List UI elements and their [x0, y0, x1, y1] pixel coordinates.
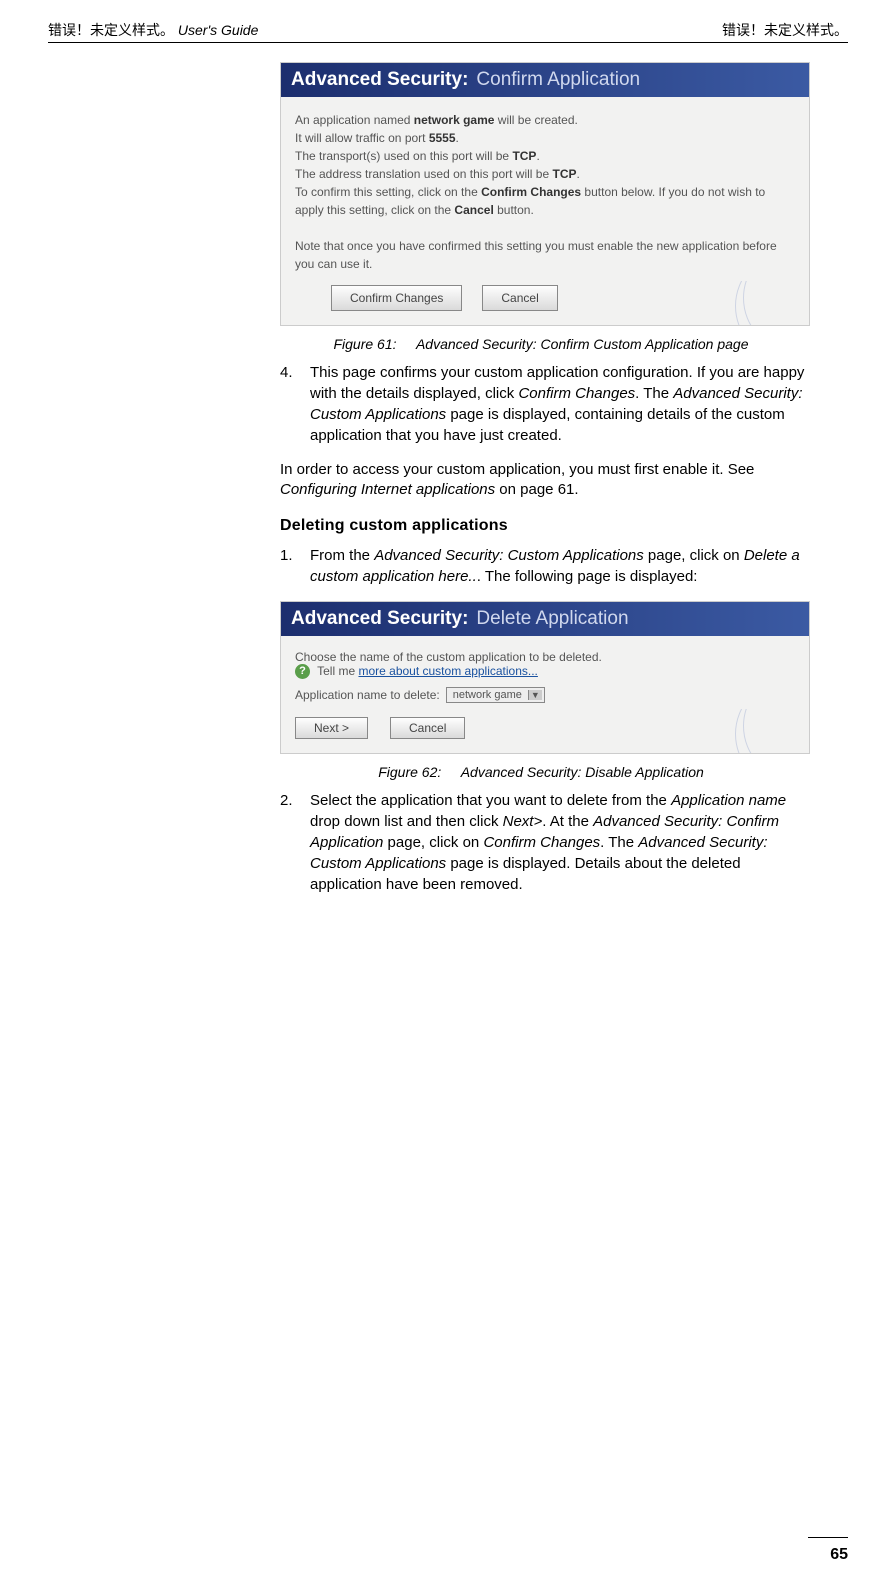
deleting-heading: Deleting custom applications	[280, 517, 810, 535]
conf-line-1: An application named network game will b…	[295, 111, 795, 129]
cancel-button[interactable]: Cancel	[482, 285, 557, 311]
step-2-text: Select the application that you want to …	[310, 790, 810, 895]
del-line-1: Choose the name of the custom applicatio…	[295, 650, 795, 664]
dropdown-row: Application name to delete: network game…	[295, 687, 795, 703]
cancel-button[interactable]: Cancel	[390, 717, 465, 739]
header-right: 错误！未定义样式。	[722, 20, 848, 40]
page-number: 65	[830, 1546, 848, 1564]
header-prefix: 错误！未定义样式。	[48, 22, 178, 38]
step-number: 2.	[280, 790, 310, 895]
next-button[interactable]: Next >	[295, 717, 368, 739]
main-content: Advanced Security: Confirm Application A…	[280, 62, 810, 909]
globe-decoration	[729, 709, 809, 753]
confirm-changes-button[interactable]: Confirm Changes	[331, 285, 462, 311]
dropdown-label: Application name to delete:	[295, 688, 440, 702]
screenshot-confirm-application: Advanced Security: Confirm Application A…	[280, 62, 810, 326]
conf-line-4: The address translation used on this por…	[295, 165, 795, 183]
globe-decoration	[729, 281, 809, 325]
step-1-text: From the Advanced Security: Custom Appli…	[310, 545, 810, 587]
header-left: 错误！未定义样式。 User's Guide	[48, 20, 258, 40]
banner-bold-text: Advanced Security:	[291, 69, 468, 91]
more-about-link[interactable]: more about custom applications...	[358, 664, 537, 678]
step-1: 1. From the Advanced Security: Custom Ap…	[280, 545, 810, 587]
step-2: 2. Select the application that you want …	[280, 790, 810, 895]
step-4: 4. This page confirms your custom applic…	[280, 362, 810, 446]
banner-confirm: Advanced Security: Confirm Application	[281, 63, 809, 97]
footer-rule	[808, 1537, 848, 1538]
screenshot-delete-application: Advanced Security: Delete Application Ch…	[280, 601, 810, 754]
banner-light-text: Confirm Application	[476, 69, 640, 91]
banner-bold-text: Advanced Security:	[291, 608, 468, 630]
figure-62-caption: Figure 62: Advanced Security: Disable Ap…	[272, 764, 810, 780]
step-number: 1.	[280, 545, 310, 587]
app-name-dropdown[interactable]: network game ▼	[446, 687, 545, 703]
banner-delete: Advanced Security: Delete Application	[281, 602, 809, 636]
help-icon[interactable]: ?	[295, 664, 310, 679]
dropdown-value: network game	[453, 689, 522, 701]
conf-line-2: It will allow traffic on port 5555.	[295, 129, 795, 147]
step-number: 4.	[280, 362, 310, 446]
conf-line-5: To confirm this setting, click on the Co…	[295, 183, 795, 219]
conf-line-3: The transport(s) used on this port will …	[295, 147, 795, 165]
conf-line-6: Note that once you have confirmed this s…	[295, 237, 795, 273]
chevron-down-icon: ▼	[528, 690, 542, 700]
step-4-text: This page confirms your custom applicati…	[310, 362, 810, 446]
banner-light-text: Delete Application	[476, 608, 628, 630]
button-row-2: Next > Cancel	[295, 717, 795, 739]
enable-note: In order to access your custom applicati…	[280, 460, 810, 501]
figure-61-caption: Figure 61: Advanced Security: Confirm Cu…	[272, 336, 810, 352]
header-guide: User's Guide	[178, 22, 258, 38]
header-rule	[48, 42, 848, 43]
tell-me-row: ? Tell me more about custom applications…	[295, 664, 795, 679]
button-row-1: Confirm Changes Cancel	[331, 285, 795, 311]
